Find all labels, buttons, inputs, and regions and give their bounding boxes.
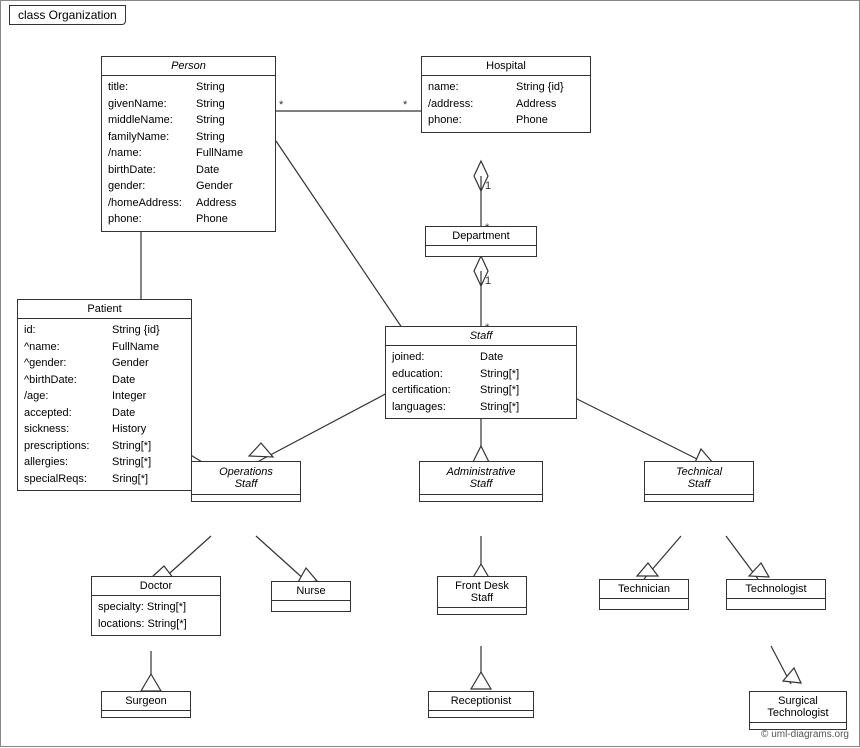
technician-body: [600, 599, 688, 609]
hospital-body: name:String {id} /address:Address phone:…: [422, 76, 590, 132]
technician-title: Technician: [600, 580, 688, 599]
surgeon-class: Surgeon: [101, 691, 191, 718]
doctor-class: Doctor specialty: String[*] locations: S…: [91, 576, 221, 636]
department-class: Department: [425, 226, 537, 257]
patient-title: Patient: [18, 300, 191, 319]
front-desk-body: [438, 608, 526, 614]
admin-staff-body: [420, 495, 542, 501]
technician-class: Technician: [599, 579, 689, 610]
doctor-title: Doctor: [92, 577, 220, 596]
hospital-title: Hospital: [422, 57, 590, 76]
technologist-body: [727, 599, 825, 609]
front-desk-class: Front DeskStaff: [437, 576, 527, 615]
technologist-title: Technologist: [727, 580, 825, 599]
receptionist-body: [429, 711, 533, 717]
person-title: Person: [102, 57, 275, 76]
staff-title: Staff: [386, 327, 576, 346]
technologist-class: Technologist: [726, 579, 826, 610]
technical-staff-body: [645, 495, 753, 501]
staff-body: joined:Date education:String[*] certific…: [386, 346, 576, 418]
technical-staff-class: TechnicalStaff: [644, 461, 754, 502]
person-class: Person title:String givenName:String mid…: [101, 56, 276, 232]
diagram-container: class Organization * * 1 * 1 * * *: [0, 0, 860, 747]
operations-staff-body: [192, 495, 300, 501]
nurse-class: Nurse: [271, 581, 351, 612]
patient-class: Patient id:String {id} ^name:FullName ^g…: [17, 299, 192, 491]
department-body: [426, 246, 536, 256]
department-title: Department: [426, 227, 536, 246]
operations-staff-title: OperationsStaff: [192, 462, 300, 495]
hospital-class: Hospital name:String {id} /address:Addre…: [421, 56, 591, 133]
svg-text:1: 1: [485, 180, 491, 192]
person-body: title:String givenName:String middleName…: [102, 76, 275, 231]
svg-text:*: *: [403, 99, 408, 111]
surgeon-body: [102, 711, 190, 717]
surgical-tech-title: SurgicalTechnologist: [750, 692, 846, 723]
receptionist-class: Receptionist: [428, 691, 534, 718]
diagram-title: class Organization: [9, 5, 126, 25]
nurse-body: [272, 601, 350, 611]
copyright: © uml-diagrams.org: [761, 729, 849, 740]
doctor-body: specialty: String[*] locations: String[*…: [92, 596, 220, 635]
technical-staff-title: TechnicalStaff: [645, 462, 753, 495]
surgical-tech-class: SurgicalTechnologist: [749, 691, 847, 730]
svg-text:*: *: [279, 99, 284, 111]
receptionist-title: Receptionist: [429, 692, 533, 711]
svg-text:1: 1: [485, 275, 491, 287]
nurse-title: Nurse: [272, 582, 350, 601]
patient-body: id:String {id} ^name:FullName ^gender:Ge…: [18, 319, 191, 490]
front-desk-title: Front DeskStaff: [438, 577, 526, 608]
admin-staff-title: AdministrativeStaff: [420, 462, 542, 495]
admin-staff-class: AdministrativeStaff: [419, 461, 543, 502]
operations-staff-class: OperationsStaff: [191, 461, 301, 502]
surgeon-title: Surgeon: [102, 692, 190, 711]
staff-class: Staff joined:Date education:String[*] ce…: [385, 326, 577, 419]
